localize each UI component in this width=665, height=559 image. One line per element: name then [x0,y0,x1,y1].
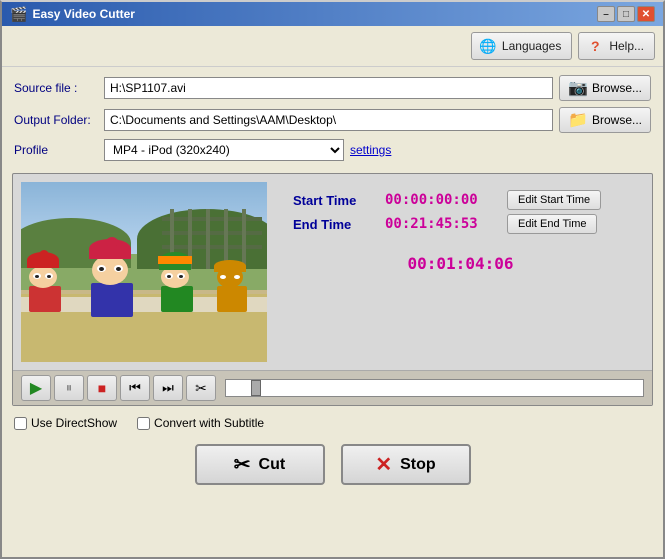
cartman-torso [91,283,133,317]
source-browse-icon: 📷 [568,78,588,98]
video-area: Start Time 00:00:00:00 Edit Start Time E… [13,174,652,370]
output-label: Output Folder: [14,113,104,127]
output-browse-button[interactable]: 📁 Browse... [559,107,651,133]
end-time-value: 00:21:45:53 [385,216,495,232]
title-bar-left: 🎬 Easy Video Cutter [10,6,135,23]
profile-row: Profile MP4 - iPod (320x240) AVI MP3 FLV… [14,139,651,161]
stop-ctrl-icon: ■ [98,380,106,396]
prev-frame-button[interactable]: ⏮ [120,375,150,401]
seekbar-thumb[interactable] [251,380,261,396]
cut-button[interactable]: ✂ Cut [195,444,325,485]
char-kenny [217,266,243,312]
help-label: Help... [609,39,644,53]
controls-strip: ▶ ⏸ ■ ⏮ ⏭ ✂ [13,370,652,405]
video-preview [21,182,267,362]
seekbar[interactable] [225,379,644,397]
char-stan [29,266,57,312]
output-browse-icon: 📁 [568,110,588,130]
settings-link[interactable]: settings [350,143,391,157]
char-cartman [91,255,129,317]
form-area: Source file : 📷 Browse... Output Folder:… [2,67,663,173]
source-input[interactable] [104,77,553,99]
end-time-label: End Time [293,217,373,232]
kenny-torso [217,286,247,312]
stop-button[interactable]: ✕ Stop [341,444,471,485]
maximize-button[interactable]: □ [617,6,635,22]
help-button[interactable]: ? Help... [578,32,655,60]
title-bar: 🎬 Easy Video Cutter – □ ✕ [2,2,663,26]
window-title: Easy Video Cutter [32,7,134,21]
pause-button[interactable]: ⏸ [54,375,84,401]
start-time-value: 00:00:00:00 [385,192,495,208]
stop-icon: ✕ [375,452,392,477]
end-time-row: End Time 00:21:45:53 Edit End Time [293,214,628,234]
stop-label: Stop [400,456,436,474]
start-time-label: Start Time [293,193,373,208]
profile-select[interactable]: MP4 - iPod (320x240) AVI MP3 FLV WMV [104,139,344,161]
close-button[interactable]: ✕ [637,6,655,22]
cut-label: Cut [259,456,286,474]
start-time-row: Start Time 00:00:00:00 Edit Start Time [293,190,628,210]
prev-frame-icon: ⏮ [129,380,141,396]
directshow-checkbox-label[interactable]: Use DirectShow [14,416,117,430]
play-button[interactable]: ▶ [21,375,51,401]
app-window: 🎬 Easy Video Cutter – □ ✕ 🌐 Languages ? … [0,0,665,559]
profile-label: Profile [14,143,104,157]
output-browse-label: Browse... [592,113,642,127]
output-row: Output Folder: 📁 Browse... [14,107,651,133]
play-icon: ▶ [30,378,42,398]
source-browse-label: Browse... [592,81,642,95]
directshow-label: Use DirectShow [31,416,117,430]
main-panel: Start Time 00:00:00:00 Edit Start Time E… [12,173,653,406]
video-canvas [21,182,267,362]
cut-icon: ✂ [234,452,251,477]
checkbox-row: Use DirectShow Convert with Subtitle [2,410,663,436]
source-label: Source file : [14,81,104,95]
scissors-button[interactable]: ✂ [186,375,216,401]
languages-button[interactable]: 🌐 Languages [471,32,572,60]
edit-end-time-button[interactable]: Edit End Time [507,214,597,234]
kyle-torso [161,286,193,312]
char-kyle [161,266,189,312]
profile-select-wrap: MP4 - iPod (320x240) AVI MP3 FLV WMV set… [104,139,391,161]
stan-torso [29,286,61,312]
subtitle-checkbox-label[interactable]: Convert with Subtitle [137,416,264,430]
info-panel: Start Time 00:00:00:00 Edit Start Time E… [277,182,644,362]
subtitle-label: Convert with Subtitle [154,416,264,430]
next-frame-button[interactable]: ⏭ [153,375,183,401]
languages-icon: 🌐 [478,36,498,56]
directshow-checkbox[interactable] [14,417,27,430]
stop-ctrl-button[interactable]: ■ [87,375,117,401]
subtitle-checkbox[interactable] [137,417,150,430]
title-bar-controls: – □ ✕ [597,6,655,22]
bottom-bar: ✂ Cut ✕ Stop [2,436,663,493]
edit-start-time-button[interactable]: Edit Start Time [507,190,601,210]
output-input[interactable] [104,109,553,131]
help-icon: ? [585,36,605,56]
source-browse-button[interactable]: 📷 Browse... [559,75,651,101]
next-frame-icon: ⏭ [162,380,174,396]
minimize-button[interactable]: – [597,6,615,22]
current-time-display: 00:01:04:06 [293,254,628,273]
languages-label: Languages [502,39,561,53]
scissors-icon: ✂ [195,380,207,397]
source-row: Source file : 📷 Browse... [14,75,651,101]
toolbar: 🌐 Languages ? Help... [2,26,663,67]
pause-icon: ⏸ [66,380,73,396]
app-icon: 🎬 [10,6,27,23]
